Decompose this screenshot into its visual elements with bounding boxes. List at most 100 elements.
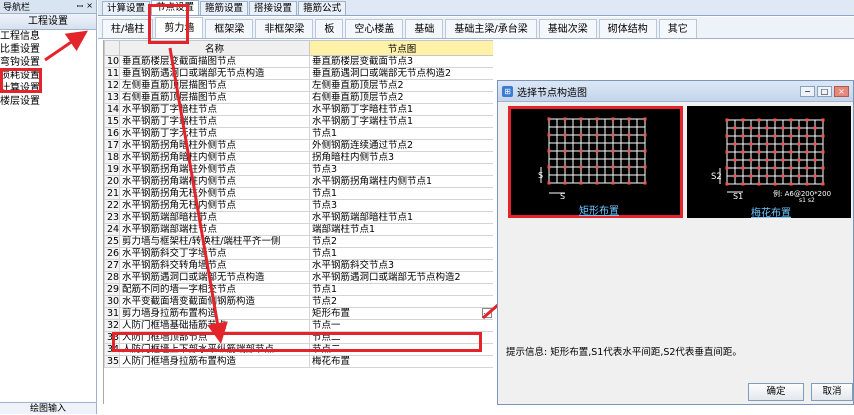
tie-mark (789, 166, 793, 170)
option-rectangular[interactable]: 矩形布置 S S (508, 106, 683, 218)
tie-mark (821, 150, 825, 154)
tie-mark (547, 133, 551, 137)
label-s1: S1 (733, 192, 744, 201)
tie-mark (627, 117, 631, 121)
tie-mark (547, 181, 551, 185)
tie-mark (773, 134, 777, 138)
tie-mark (547, 165, 551, 169)
tie-mark (627, 149, 631, 153)
tie-mark (805, 118, 809, 122)
arrow-to-tabs (44, 30, 88, 62)
tie-mark (805, 182, 809, 186)
tie-mark (765, 142, 769, 146)
label-s2: S2 (711, 172, 722, 182)
tie-mark (579, 117, 583, 121)
tie-mark (725, 166, 729, 170)
rectangular-rebar-diagram (540, 117, 647, 194)
tie-mark (579, 165, 583, 169)
caption-rectangular: 矩形布置 (579, 206, 619, 217)
tie-mark (797, 158, 801, 162)
tie-mark (821, 134, 825, 138)
tie-mark (611, 133, 615, 137)
tie-mark (773, 150, 777, 154)
tie-mark (611, 165, 615, 169)
tie-mark (797, 174, 801, 178)
tie-mark (765, 126, 769, 130)
tie-mark (725, 182, 729, 186)
tie-mark (627, 133, 631, 137)
tie-mark (765, 174, 769, 178)
tie-mark (821, 182, 825, 186)
tie-mark (821, 166, 825, 170)
tip-text: 提示信息: 矩形布置,S1代表水平间距,S2代表垂直间距。 (506, 347, 742, 358)
tie-mark (797, 126, 801, 130)
tie-mark (781, 126, 785, 130)
tie-mark (725, 134, 729, 138)
tie-mark (611, 181, 615, 185)
tie-mark (765, 158, 769, 162)
tie-mark (789, 118, 793, 122)
tie-mark (627, 181, 631, 185)
tie-mark (773, 166, 777, 170)
dialog-title: 选择节点构造图 (517, 87, 587, 99)
tie-mark (547, 149, 551, 153)
tie-mark (789, 134, 793, 138)
tie-mark (643, 133, 647, 137)
tie-mark (733, 126, 737, 130)
tie-mark (749, 158, 753, 162)
tie-mark (611, 117, 615, 121)
tie-mark (789, 150, 793, 154)
tie-mark (813, 142, 817, 146)
tie-mark (773, 182, 777, 186)
tie-mark (595, 133, 599, 137)
tie-mark (579, 149, 583, 153)
tie-mark (757, 150, 761, 154)
tie-mark (563, 133, 567, 137)
tie-mark (741, 166, 745, 170)
tie-mark (781, 174, 785, 178)
tie-mark (813, 158, 817, 162)
tie-mark (595, 165, 599, 169)
tie-mark (757, 118, 761, 122)
tie-mark (741, 150, 745, 154)
tie-mark (563, 181, 567, 185)
tie-mark (595, 149, 599, 153)
tie-mark (643, 181, 647, 185)
tie-mark (773, 118, 777, 122)
tie-mark (563, 165, 567, 169)
tie-mark (813, 174, 817, 178)
tie-mark (813, 126, 817, 130)
app-icon: ⊞ (502, 85, 513, 97)
close-icon[interactable]: × (834, 86, 849, 97)
tie-mark (595, 181, 599, 185)
tie-mark (643, 117, 647, 121)
arrow-to-row (168, 47, 228, 344)
tie-mark (579, 133, 583, 137)
minimize-icon[interactable]: − (800, 86, 815, 97)
tie-mark (611, 149, 615, 153)
tie-mark (741, 118, 745, 122)
tie-mark (757, 182, 761, 186)
label-example-sub: s1 s2 (799, 197, 815, 204)
tie-mark (797, 142, 801, 146)
dialog-titlebar: ⊞ 选择节点构造图 − □ × (498, 81, 853, 102)
tie-mark (563, 149, 567, 153)
tie-mark (741, 134, 745, 138)
tie-mark (725, 150, 729, 154)
tie-mark (741, 182, 745, 186)
option-quincunx[interactable]: 梅花布置 S2 S1 例: A6@200*200 s1 s2 (687, 106, 851, 219)
tie-mark (805, 134, 809, 138)
tie-mark (805, 150, 809, 154)
maximize-icon[interactable]: □ (817, 86, 832, 97)
tie-mark (789, 182, 793, 186)
tie-mark (595, 117, 599, 121)
cancel-button[interactable]: 取消 (811, 383, 853, 401)
tie-mark (821, 118, 825, 122)
tie-mark (781, 158, 785, 162)
tie-mark (579, 181, 583, 185)
caption-quincunx: 梅花布置 (751, 208, 791, 219)
tie-mark (733, 174, 737, 178)
select-node-dialog: ⊞ 选择节点构造图 − □ × 矩形布置 S S 梅花布置 S2 S1 例: A… (497, 80, 854, 405)
tie-mark (725, 118, 729, 122)
ok-button[interactable]: 确定 (748, 383, 804, 401)
